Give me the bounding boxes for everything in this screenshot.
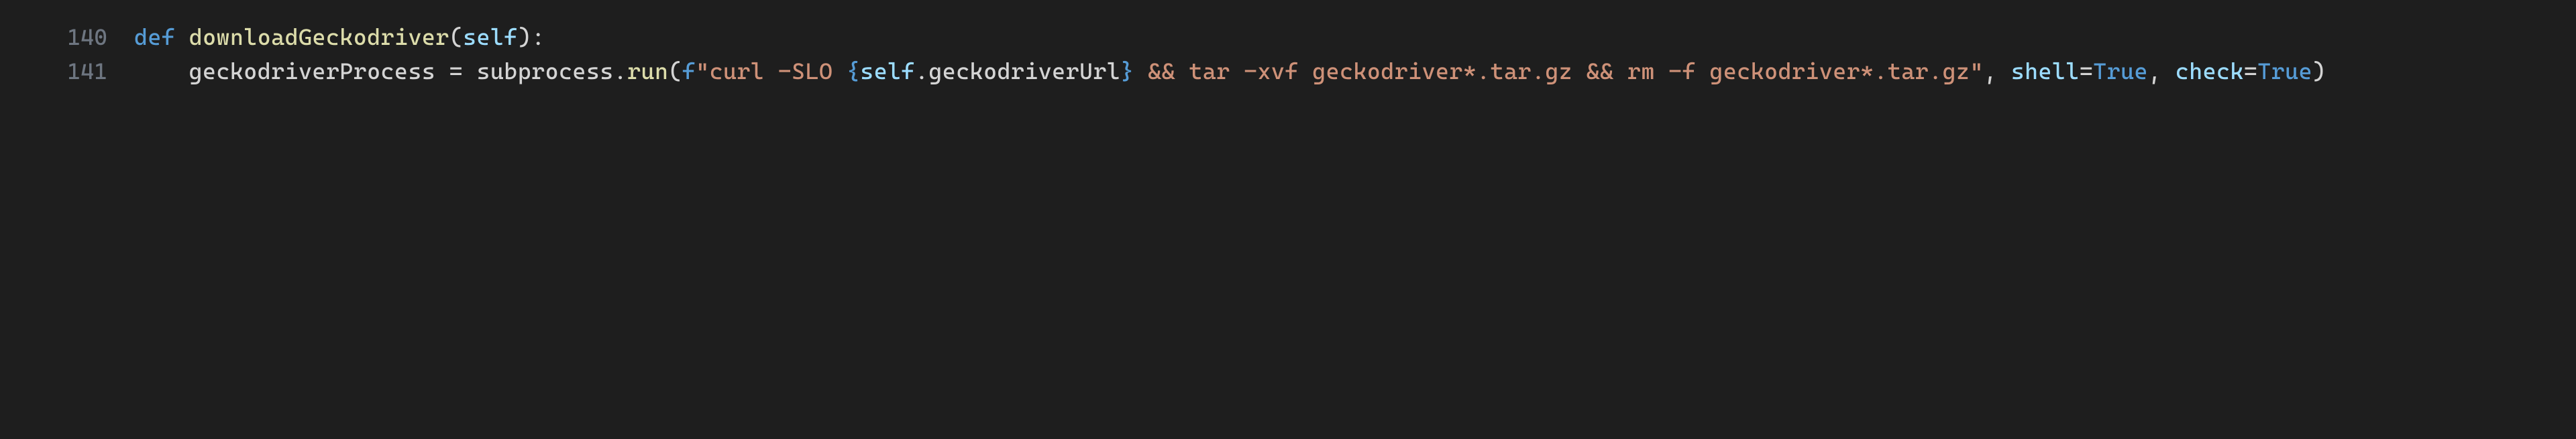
code-line: 141 geckodriverProcess = subprocess.run(… [0,54,2576,88]
self-ref: self [860,58,915,84]
module-name: subprocess [476,58,613,84]
bool-true: True [2257,58,2312,84]
comma: , [1984,58,2011,84]
paren-open: ( [449,23,463,50]
fstring-brace-open: { [847,58,860,84]
code-content[interactable]: def downloadGeckodriver(self): [134,20,2576,54]
method-name: run [627,58,668,84]
kwarg-check: check [2176,58,2244,84]
code-block: 140 def downloadGeckodriver(self): 141 g… [0,20,2576,88]
line-number: 141 [0,54,134,88]
string-literal: "curl -SLO {self.geckodriverUrl} && tar … [696,58,1984,84]
param-self: self [463,23,518,50]
kwarg-shell: shell [2011,58,2080,84]
colon: : [531,23,545,50]
function-name: downloadGeckodriver [189,23,449,50]
dot: . [614,58,627,84]
operator-assign: = [435,58,476,84]
bool-true: True [2093,58,2148,84]
paren-close: ) [2312,58,2326,84]
keyword-def: def [134,23,175,50]
operator-assign: = [2244,58,2257,84]
code-line: 140 def downloadGeckodriver(self): [0,20,2576,54]
variable: geckodriverProcess [189,58,436,84]
paren-open: ( [668,58,682,84]
comma: , [2148,58,2176,84]
operator-assign: = [2080,58,2093,84]
attribute: geckodriverUrl [928,58,1120,84]
code-content[interactable]: geckodriverProcess = subprocess.run(f"cu… [134,54,2576,88]
paren-close: ) [518,23,531,50]
fstring-brace-close: } [1120,58,1134,84]
line-number: 140 [0,20,134,54]
fstring-prefix: f [682,58,696,84]
